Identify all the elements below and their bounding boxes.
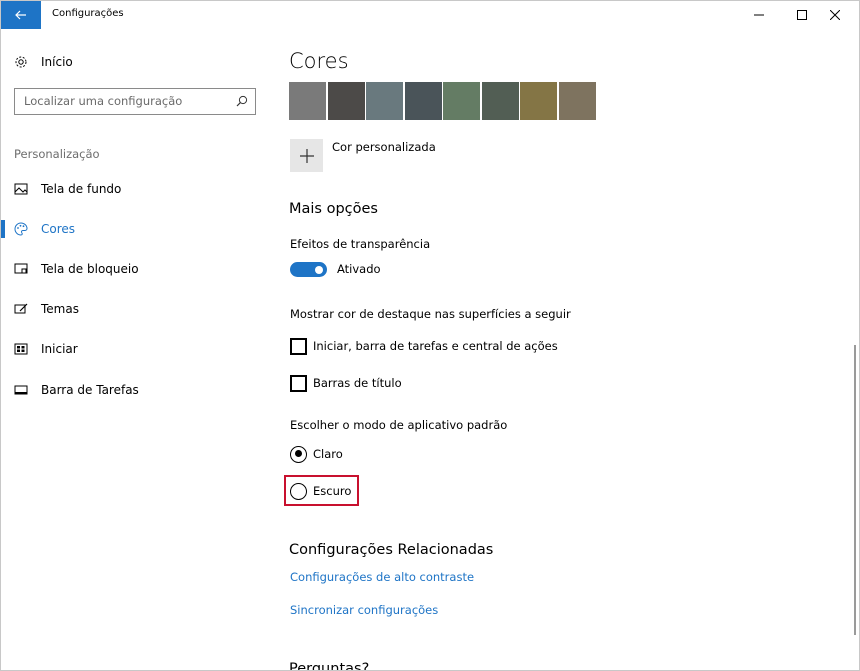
search-box[interactable] <box>14 88 256 115</box>
palette-icon <box>14 222 28 236</box>
color-swatch[interactable] <box>404 82 442 120</box>
color-swatch[interactable] <box>366 82 403 120</box>
maximize-icon <box>797 10 807 20</box>
title-bar: Configurações <box>1 1 859 29</box>
gear-icon <box>15 56 27 68</box>
sidebar-item-label: Tela de bloqueio <box>41 262 139 276</box>
checkbox-start-taskbar[interactable]: Iniciar, barra de tarefas e central de a… <box>290 337 558 355</box>
color-swatch[interactable] <box>327 82 365 120</box>
scrollbar[interactable] <box>854 345 856 635</box>
sidebar-item-label: Cores <box>41 222 76 236</box>
sidebar-item-label: Iniciar <box>41 342 78 356</box>
related-settings-heading: Configurações Relacionadas <box>289 542 494 558</box>
questions-heading: Perguntas? <box>289 661 370 671</box>
link-sync-settings[interactable]: Sincronizar configurações <box>290 603 438 617</box>
checkbox-label: Barras de título <box>313 376 402 390</box>
color-swatch[interactable] <box>443 82 480 120</box>
sidebar-item-taskbar[interactable]: Barra de Tarefas <box>1 375 271 405</box>
close-button[interactable] <box>818 1 852 29</box>
checkbox-label: Iniciar, barra de tarefas e central de a… <box>313 339 558 353</box>
themes-icon <box>14 303 28 314</box>
sidebar-item-colors[interactable]: Cores <box>1 214 271 244</box>
radio-dot <box>294 450 302 457</box>
app-mode-label: Escolher o modo de aplicativo padrão <box>290 418 508 432</box>
active-indicator <box>1 220 5 238</box>
start-icon <box>14 343 28 355</box>
sidebar-item-lock-screen[interactable]: Tela de bloqueio <box>1 254 271 284</box>
sidebar-item-start[interactable]: Iniciar <box>1 334 271 364</box>
transparency-state: Ativado <box>337 262 381 276</box>
radio-button[interactable] <box>290 445 307 463</box>
color-swatch[interactable] <box>481 82 519 120</box>
close-icon <box>830 10 840 20</box>
main-content: Cores Cor personalizada Mais opções Efei… <box>271 29 859 670</box>
link-high-contrast[interactable]: Configurações de alto contraste <box>290 570 474 584</box>
sidebar-home[interactable]: Início <box>14 53 73 71</box>
section-label: Personalização <box>14 147 100 161</box>
checkbox-box[interactable] <box>290 374 307 392</box>
search-input[interactable] <box>24 94 224 108</box>
lock-screen-icon <box>14 263 28 274</box>
custom-color-label[interactable]: Cor personalizada <box>332 140 436 154</box>
sidebar-item-background[interactable]: Tela de fundo <box>1 174 271 204</box>
color-swatch[interactable] <box>289 82 326 120</box>
search-icon[interactable] <box>236 95 248 107</box>
taskbar-icon <box>14 385 28 395</box>
settings-window: Configurações Início Personalização <box>0 0 860 671</box>
home-label: Início <box>41 55 73 69</box>
minimize-button[interactable] <box>742 1 776 29</box>
transparency-toggle[interactable] <box>290 262 327 277</box>
window-title: Configurações <box>52 8 124 19</box>
sidebar-item-label: Barra de Tarefas <box>41 383 139 397</box>
plus-icon <box>299 148 314 163</box>
maximize-button[interactable] <box>785 1 819 29</box>
sidebar-item-themes[interactable]: Temas <box>1 294 271 324</box>
radio-light[interactable]: Claro <box>290 445 343 463</box>
toggle-knob <box>315 265 323 274</box>
custom-color-button[interactable] <box>290 139 323 172</box>
image-icon <box>14 183 28 195</box>
checkbox-box[interactable] <box>290 337 307 355</box>
minimize-icon <box>754 14 764 16</box>
sidebar-item-label: Temas <box>41 302 79 316</box>
back-button[interactable] <box>1 1 41 29</box>
checkbox-title-bars[interactable]: Barras de título <box>290 374 402 392</box>
back-arrow-icon <box>15 10 26 20</box>
color-swatch[interactable] <box>558 82 596 120</box>
color-swatches <box>289 82 597 120</box>
highlight-box <box>284 475 359 506</box>
sidebar-item-label: Tela de fundo <box>41 182 122 196</box>
radio-label: Claro <box>313 447 343 461</box>
sidebar: Início Personalização Tela de fundo <box>1 29 271 670</box>
more-options-heading: Mais opções <box>289 201 378 217</box>
accent-surfaces-label: Mostrar cor de destaque nas superfícies … <box>290 307 571 321</box>
color-swatch[interactable] <box>520 82 557 120</box>
page-title: Cores <box>289 49 349 73</box>
transparency-label: Efeitos de transparência <box>290 237 431 251</box>
